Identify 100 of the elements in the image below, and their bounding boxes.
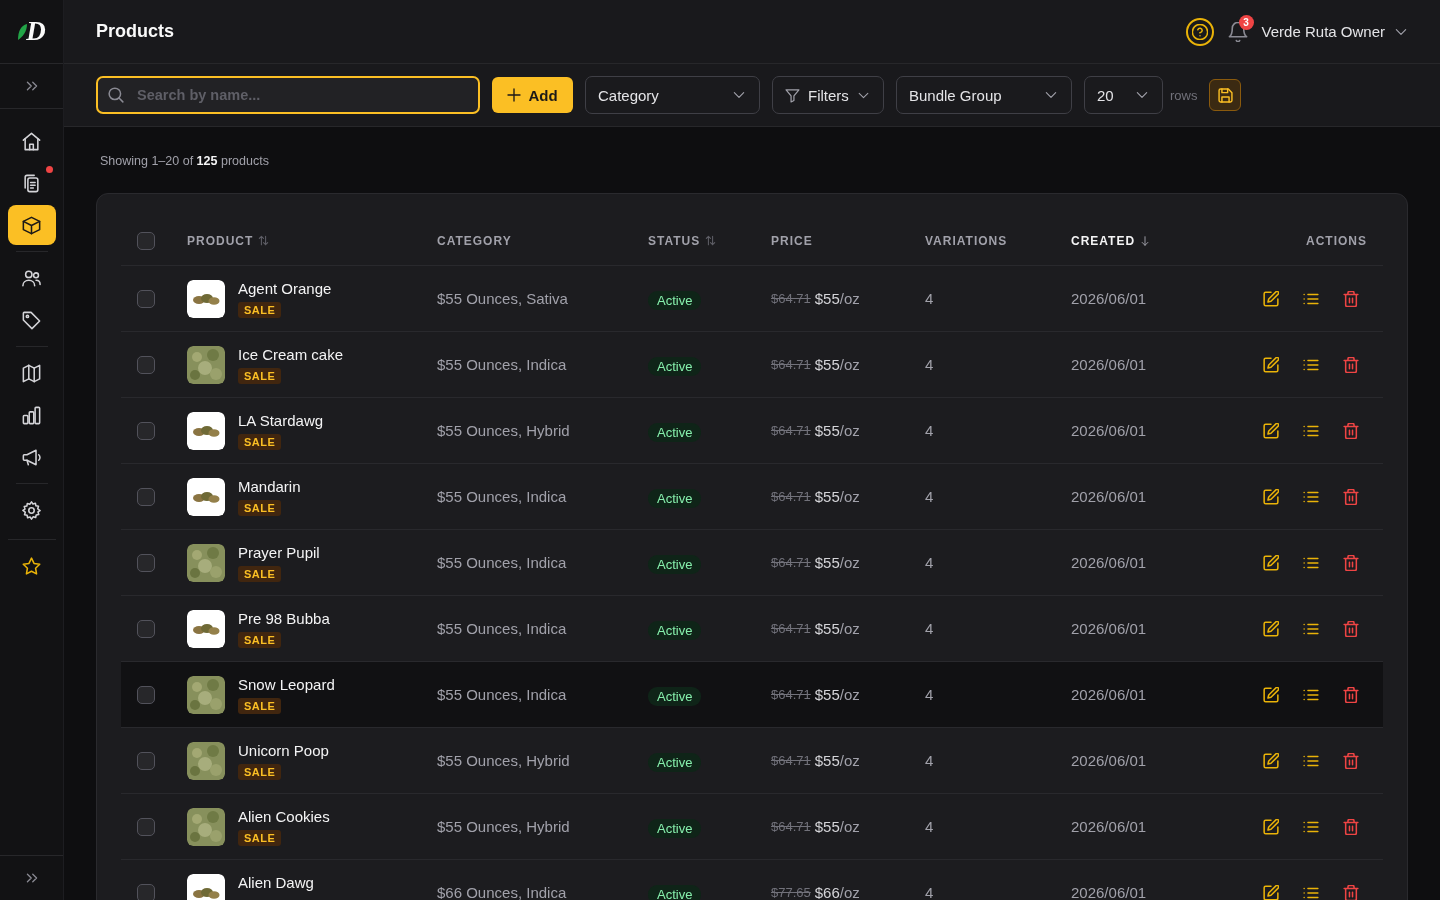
row-checkbox[interactable]	[137, 817, 155, 836]
table-row[interactable]: Prayer Pupil SALE $55 Ounces, Indica Active $64.71 $55/oz 4 2026/06/01	[121, 530, 1383, 596]
trash-icon	[1343, 290, 1359, 307]
column-header[interactable]: STATUS	[648, 233, 701, 248]
product-name[interactable]: Pre 98 Bubba	[238, 609, 330, 629]
row-checkbox[interactable]	[137, 355, 155, 374]
sale-price: $55/oz	[814, 686, 860, 703]
sale-badge: SALE	[238, 830, 282, 846]
notification-count: 3	[1238, 14, 1254, 30]
product-name[interactable]: Unicorn Poop	[238, 741, 329, 761]
box-icon	[22, 215, 41, 235]
table-row[interactable]: Ice Cream cake SALE $55 Ounces, Indica Active $64.71 $55/oz 4 2026/06/01	[121, 332, 1383, 398]
original-price: $77.65	[771, 885, 811, 900]
variations-count: 4	[925, 818, 934, 835]
column-header: VARIATIONS	[925, 233, 1008, 248]
help-button[interactable]	[1185, 17, 1214, 46]
product-name[interactable]: Prayer Pupil	[238, 543, 320, 563]
variations-count: 4	[925, 290, 934, 307]
status-badge: Active	[648, 819, 702, 838]
table-row[interactable]: Snow Leopard SALE $55 Ounces, Indica Active $64.71 $55/oz 4 2026/06/01	[121, 662, 1383, 728]
sale-badge: SALE	[238, 500, 282, 516]
row-checkbox[interactable]	[137, 619, 155, 638]
help-icon	[1191, 23, 1208, 40]
sale-badge: SALE	[238, 764, 282, 780]
sale-price: $55/oz	[814, 818, 860, 835]
nav-item[interactable]	[7, 205, 56, 245]
search-icon	[108, 87, 124, 103]
sale-price: $55/oz	[814, 422, 860, 439]
product-name[interactable]: Alien Cookies	[238, 807, 330, 827]
original-price: $64.71	[771, 423, 811, 438]
row-checkbox[interactable]	[137, 751, 155, 770]
row-checkbox[interactable]	[137, 685, 155, 704]
product-name[interactable]: Snow Leopard	[238, 675, 335, 695]
column-header: PRICE	[771, 233, 813, 248]
edit-icon	[1263, 818, 1279, 835]
bundle-group-select[interactable]: Bundle Group	[896, 76, 1072, 114]
status-badge: Active	[648, 489, 702, 508]
column-header[interactable]: PRODUCT	[187, 233, 254, 248]
table-row[interactable]: Alien Cookies SALE $55 Ounces, Hybrid Active $64.71 $55/oz 4 2026/06/01	[121, 794, 1383, 860]
column-header: ACTIONS	[1306, 233, 1367, 248]
trash-icon	[1343, 620, 1359, 637]
variations-count: 4	[925, 356, 934, 373]
trash-icon	[1343, 488, 1359, 505]
sale-price: $55/oz	[814, 752, 860, 769]
original-price: $64.71	[771, 819, 811, 834]
trash-icon	[1343, 884, 1359, 900]
product-name[interactable]: Agent Orange	[238, 279, 332, 299]
table-row[interactable]: Alien Dawg $66 Ounces, Indica Active $77.65 $66/oz 4 2026/06/01	[121, 860, 1383, 900]
column-header: CATEGORY	[437, 233, 512, 248]
rows-per-page-select[interactable]: 20	[1084, 76, 1163, 114]
product-name[interactable]: Mandarin	[238, 477, 301, 497]
home-icon	[22, 131, 41, 151]
map-icon	[22, 363, 41, 383]
created-date: 2026/06/01	[1071, 686, 1147, 703]
save-button[interactable]	[1209, 79, 1242, 111]
status-badge: Active	[648, 357, 702, 376]
search-field[interactable]: Search by name...	[96, 76, 480, 114]
row-checkbox[interactable]	[137, 289, 155, 308]
user-menu[interactable]: Verde Ruta Owner	[1261, 23, 1408, 40]
category-select[interactable]: Category	[585, 76, 760, 114]
column-header[interactable]: CREATED	[1071, 233, 1136, 248]
trash-icon	[1343, 818, 1359, 835]
sale-badge: SALE	[238, 698, 282, 714]
star-icon	[22, 556, 41, 576]
product-name[interactable]: LA Stardawg	[238, 411, 324, 431]
variations-count: 4	[925, 752, 934, 769]
edit-icon	[1263, 488, 1279, 505]
category-text: $55 Ounces, Sativa	[437, 290, 568, 307]
megaphone-icon	[22, 447, 41, 467]
original-price: $64.71	[771, 291, 811, 306]
table-row[interactable]: Unicorn Poop SALE $55 Ounces, Hybrid Active $64.71 $55/oz 4 2026/06/01	[121, 728, 1383, 794]
edit-icon	[1263, 422, 1279, 439]
results-summary: Showing 1–20 of 125 products	[100, 153, 269, 169]
row-checkbox[interactable]	[137, 487, 155, 506]
status-badge: Active	[648, 621, 702, 640]
sale-badge: SALE	[238, 566, 282, 582]
status-badge: Active	[648, 423, 702, 442]
status-badge: Active	[648, 555, 702, 574]
product-name[interactable]: Alien Dawg	[238, 873, 314, 893]
edit-icon	[1263, 554, 1279, 571]
category-text: $55 Ounces, Indica	[437, 356, 567, 373]
variations-count: 4	[925, 488, 934, 505]
product-name[interactable]: Ice Cream cake	[238, 345, 344, 365]
row-checkbox[interactable]	[137, 553, 155, 572]
category-text: $55 Ounces, Indica	[437, 488, 567, 505]
row-checkbox[interactable]	[137, 883, 155, 900]
select-all-checkbox[interactable]	[137, 231, 155, 250]
created-date: 2026/06/01	[1071, 752, 1147, 769]
table-row[interactable]: Mandarin SALE $55 Ounces, Indica Active $64.71 $55/oz 4 2026/06/01	[121, 464, 1383, 530]
bar-chart-icon	[22, 405, 41, 425]
table-row[interactable]: Agent Orange SALE $55 Ounces, Sativa Active $64.71 $55/oz 4 2026/06/01	[121, 266, 1383, 332]
add-button[interactable]: Add	[492, 77, 573, 113]
original-price: $64.71	[771, 687, 811, 702]
sale-price: $66/oz	[814, 884, 860, 900]
table-row[interactable]: LA Stardawg SALE $55 Ounces, Hybrid Active $64.71 $55/oz 4 2026/06/01	[121, 398, 1383, 464]
row-checkbox[interactable]	[137, 421, 155, 440]
filters-button[interactable]: Filters	[772, 76, 884, 114]
created-date: 2026/06/01	[1071, 290, 1147, 307]
filter-icon	[785, 87, 800, 103]
status-badge: Active	[648, 687, 702, 706]
